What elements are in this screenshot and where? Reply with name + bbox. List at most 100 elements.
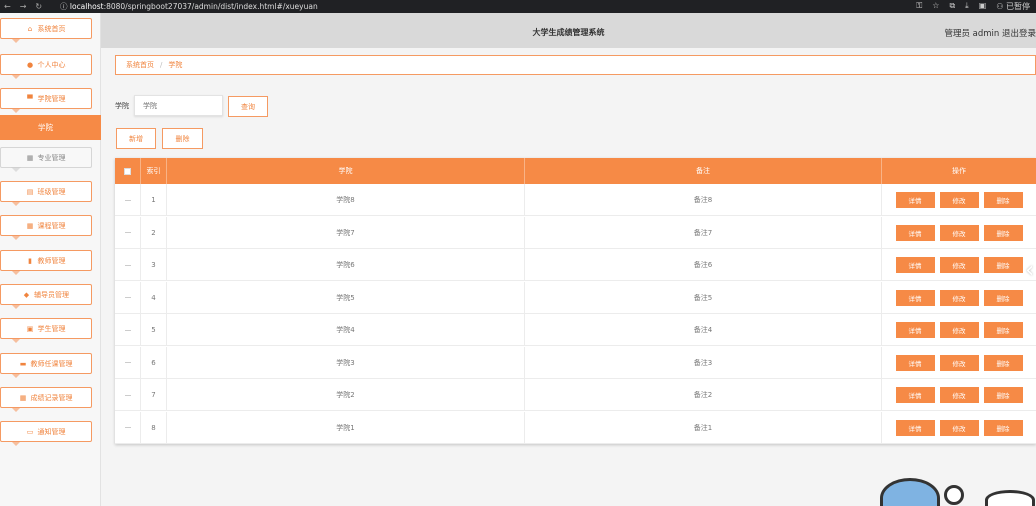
row-checkbox[interactable]	[124, 199, 131, 201]
edit-button[interactable]: 修改	[939, 354, 979, 371]
user-icon: ●	[26, 60, 34, 69]
row-college: 学院2	[167, 379, 525, 411]
row-college: 学院3	[167, 346, 525, 379]
row-remark: 备注4	[525, 314, 882, 346]
row-select-cell[interactable]	[115, 184, 141, 216]
delete-button[interactable]: 删除	[983, 192, 1023, 208]
detail-button[interactable]: 详情	[895, 224, 935, 241]
sidebar-item-college[interactable]: ▀ 学院管理	[0, 88, 92, 113]
detail-button[interactable]: 详情	[895, 192, 935, 208]
row-remark: 备注6	[525, 249, 882, 281]
detail-button[interactable]: 详情	[895, 354, 935, 371]
row-checkbox[interactable]	[124, 297, 131, 298]
detail-button[interactable]: 详情	[895, 289, 935, 306]
sidebar-item-teaching[interactable]: ▬ 教师任课管理	[0, 353, 92, 378]
delete-button[interactable]: 删除	[983, 289, 1023, 306]
row-checkbox[interactable]	[124, 232, 131, 233]
delete-button[interactable]: 删除	[983, 257, 1023, 273]
table-row: 2 学院7 备注7 详情 修改 删除	[115, 216, 1036, 249]
row-index: 4	[141, 281, 167, 314]
detail-button[interactable]: 详情	[895, 387, 935, 403]
delete-button[interactable]: 删除	[983, 419, 1023, 436]
key-icon[interactable]: ⚿	[916, 1, 922, 12]
detail-button[interactable]: 详情	[895, 419, 935, 436]
row-checkbox[interactable]	[124, 427, 131, 428]
edit-button[interactable]: 修改	[939, 224, 979, 241]
edit-button[interactable]: 修改	[939, 387, 979, 403]
batch-delete-button[interactable]: 删除	[162, 128, 203, 149]
select-all-checkbox[interactable]	[124, 167, 131, 175]
row-college: 学院7	[167, 216, 525, 249]
row-ops: 详情 修改 删除	[882, 217, 1036, 249]
search-input[interactable]	[134, 95, 223, 116]
search-label: 学院	[115, 102, 129, 110]
sidebar-item-student[interactable]: ▣ 学生管理	[0, 318, 92, 343]
row-select-cell[interactable]	[115, 281, 141, 314]
delete-button[interactable]: 删除	[983, 354, 1023, 371]
user-logout-area[interactable]: 管理员 admin 退出登录	[944, 27, 1036, 39]
row-select-cell[interactable]	[115, 379, 141, 411]
building-icon: ▀	[27, 94, 33, 103]
mascot-decoration	[880, 478, 940, 506]
row-college: 学院1	[167, 411, 525, 444]
detail-button[interactable]: 详情	[895, 257, 935, 273]
breadcrumb: 系统首页 / 学院	[115, 55, 1036, 75]
row-checkbox[interactable]	[124, 362, 131, 363]
sidebar-item-teacher[interactable]: ▮ 教师管理	[0, 250, 92, 275]
row-ops: 详情 修改 删除	[882, 282, 1036, 314]
row-select-cell[interactable]	[115, 314, 141, 346]
sidebar-item-label: 教师管理	[37, 256, 66, 265]
sidebar-item-grades[interactable]: ▦ 成绩记录管理	[0, 387, 92, 412]
sidebar-item-notice[interactable]: ▭ 通知管理	[0, 421, 92, 446]
detail-button[interactable]: 详情	[895, 322, 935, 338]
sidebar-item-home[interactable]: ⌂ 系统首页	[0, 18, 92, 43]
header-ops: 操作	[952, 167, 966, 175]
row-checkbox[interactable]	[124, 394, 131, 396]
breadcrumb-home[interactable]: 系统首页	[126, 60, 154, 70]
star-icon[interactable]: ☆	[932, 1, 939, 12]
row-index: 6	[141, 346, 167, 379]
sidebar-item-label: 个人中心	[37, 60, 66, 69]
sidebar: ⌂ 系统首页 ● 个人中心 ▀ 学院管理 学院 ▦ 专业管理 ▤ 班级管理 ▦ …	[0, 13, 101, 506]
college-table: 索引 学院 备注 操作 1 学院8 备注8 详情 修改 删除 2 学院7 备注7 详情 修改 删除 3 学…	[115, 158, 1036, 444]
sidepanel-icon[interactable]: ▣	[979, 1, 987, 12]
extension-icon[interactable]: ⧉	[949, 1, 955, 12]
back-icon[interactable]: ←	[4, 2, 11, 11]
sidebar-item-major[interactable]: ▦ 专业管理	[0, 147, 92, 172]
download-icon[interactable]: ⤓	[965, 1, 969, 12]
site-info-icon[interactable]: ⓘ	[60, 2, 68, 11]
edit-button[interactable]: 修改	[939, 289, 979, 306]
edit-button[interactable]: 修改	[939, 419, 979, 436]
sidebar-item-profile[interactable]: ● 个人中心	[0, 54, 92, 79]
add-button[interactable]: 新增	[116, 128, 156, 149]
url-host: localhost	[69, 2, 104, 11]
delete-button[interactable]: 删除	[983, 387, 1023, 403]
chevron-left-icon[interactable]: ‹	[1025, 258, 1034, 283]
sidebar-item-course[interactable]: ▦ 课程管理	[0, 215, 92, 240]
delete-button[interactable]: 删除	[983, 322, 1023, 338]
address-bar[interactable]: ⓘ localhost:8080/springboot27037/admin/d…	[60, 1, 318, 12]
forward-icon[interactable]: →	[20, 2, 27, 11]
sidebar-item-class[interactable]: ▤ 班级管理	[0, 181, 92, 206]
query-button[interactable]: 查询	[228, 96, 268, 117]
edit-button[interactable]: 修改	[939, 257, 979, 273]
row-select-cell[interactable]	[115, 411, 141, 444]
row-index: 2	[141, 216, 167, 249]
profile-badge[interactable]: ⚇ 已暂停	[996, 1, 1030, 12]
header-select-all[interactable]	[115, 158, 141, 184]
edit-button[interactable]: 修改	[939, 322, 979, 338]
message-icon: ▭	[26, 427, 34, 436]
sidebar-item-counselor[interactable]: ◆ 辅导员管理	[0, 284, 92, 309]
reload-icon[interactable]: ↻	[35, 2, 42, 11]
table-row: 5 学院4 备注4 详情 修改 删除	[115, 314, 1036, 346]
edit-button[interactable]: 修改	[939, 192, 979, 208]
row-select-cell[interactable]	[115, 216, 141, 249]
row-checkbox[interactable]	[124, 264, 131, 266]
row-index: 5	[141, 314, 167, 346]
row-checkbox[interactable]	[124, 329, 131, 331]
delete-button[interactable]: 删除	[983, 224, 1023, 241]
sidebar-item-label: 班级管理	[37, 187, 66, 196]
row-select-cell[interactable]	[115, 249, 141, 281]
sidebar-subitem-college-active[interactable]: 学院	[0, 115, 101, 140]
row-select-cell[interactable]	[115, 346, 141, 379]
